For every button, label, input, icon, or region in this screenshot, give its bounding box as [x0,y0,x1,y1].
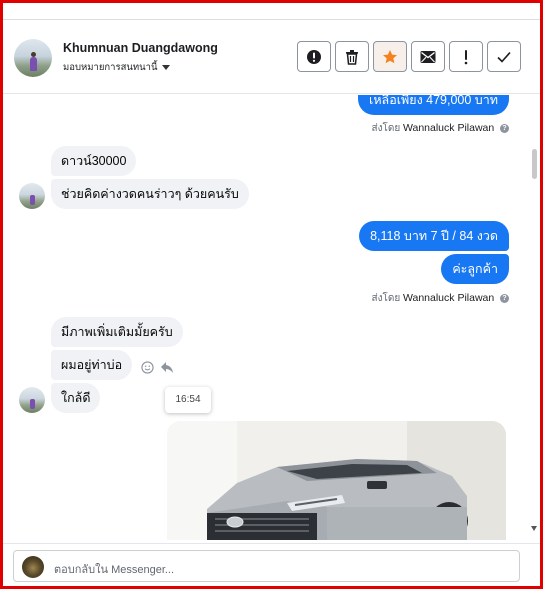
star-icon [383,49,397,63]
react-emoji-button[interactable] [141,361,154,379]
sent-by-label: ส่งโดย Wannaluck Pilawan ? [371,121,509,136]
incoming-message[interactable]: ใกล้ดี [51,383,101,413]
question-icon[interactable]: ? [500,123,509,133]
sent-by-label: ส่งโดย Wannaluck Pilawan ? [371,291,509,306]
image-attachment[interactable] [167,421,506,540]
message-list[interactable]: เหลือเพียง 479,000 บาท ส่งโดย Wannaluck … [3,95,540,540]
sender-name: Wannaluck Pilawan [402,122,495,134]
incoming-message[interactable]: ผมอยู่ท่าบ่อ [51,350,133,380]
done-button[interactable] [487,41,521,72]
assign-conversation-dropdown[interactable]: มอบหมายการสนทนานี้ [63,60,170,75]
star-button[interactable] [373,41,407,72]
reply-button[interactable] [160,361,174,379]
question-icon[interactable]: ? [500,293,509,303]
smiley-icon [141,361,154,374]
exclamation-icon [464,49,468,64]
sender-name: Wannaluck Pilawan [402,292,495,304]
incoming-message[interactable]: ช่วยคิดค่างวดคนร่าวๆ ด้วยคนรับ [51,179,249,209]
page-avatar [22,556,44,578]
composer-placeholder[interactable]: ตอบกลับใน Messenger... [54,560,174,578]
scroll-down-arrow-icon[interactable] [531,526,537,531]
delete-button[interactable] [335,41,369,72]
sent-by-prefix: ส่งโดย [371,293,401,304]
timestamp-tooltip: 16:54 [165,387,211,413]
checkmark-icon [497,51,511,63]
outgoing-message[interactable]: 8,118 บาท 7 ปี / 84 งวด [359,221,509,251]
contact-name[interactable]: Khumnuan Duangdawong [63,41,218,55]
caret-down-icon [161,64,170,70]
follow-up-button[interactable] [449,41,483,72]
conversation-header: Khumnuan Duangdawong มอบหมายการสนทนานี้ [3,21,540,94]
mark-unread-button[interactable] [411,41,445,72]
conversation-window: Khumnuan Duangdawong มอบหมายการสนทนานี้ [3,3,540,586]
assign-label: มอบหมายการสนทนานี้ [63,62,158,73]
exclamation-circle-icon [307,49,321,64]
top-divider [3,3,540,20]
contact-avatar[interactable] [19,183,45,209]
sent-by-prefix: ส่งโดย [371,123,401,134]
divider [3,543,540,544]
trash-icon [346,49,358,65]
reply-composer[interactable]: ตอบกลับใน Messenger... [13,550,520,582]
pickup-truck-photo [167,421,506,540]
spam-button[interactable] [297,41,331,72]
incoming-message[interactable]: ดาวน์30000 [51,146,137,176]
envelope-icon [420,50,436,63]
contact-avatar[interactable] [19,387,45,413]
avatar[interactable] [14,39,52,77]
reply-arrow-icon [161,362,173,373]
scrollbar[interactable] [528,95,540,540]
incoming-message[interactable]: มีภาพเพิ่มเติมมั้ยครับ [51,317,183,347]
outgoing-message[interactable]: เหลือเพียง 479,000 บาท [358,95,509,115]
scrollbar-thumb[interactable] [532,149,537,179]
outgoing-message[interactable]: ค่ะลูกค้า [441,254,509,284]
